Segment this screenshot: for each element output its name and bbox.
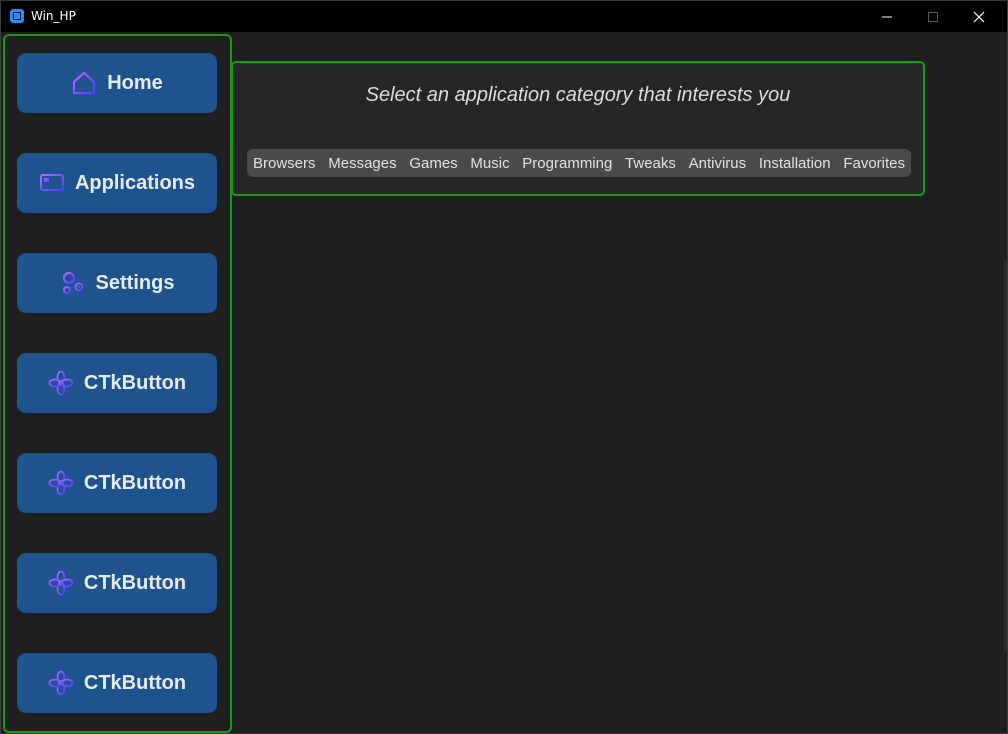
sidebar-item-ctkbutton-4[interactable]: CTkButton xyxy=(17,653,217,713)
flower-icon xyxy=(48,670,74,696)
close-icon xyxy=(973,11,985,23)
sidebar-item-ctkbutton-1[interactable]: CTkButton xyxy=(17,353,217,413)
maximize-button[interactable] xyxy=(910,1,956,32)
sidebar-item-label: CTkButton xyxy=(83,371,187,394)
scrollbar[interactable] xyxy=(1004,261,1007,651)
sidebar-item-home[interactable]: Home xyxy=(17,53,217,113)
sidebar-item-ctkbutton-2[interactable]: CTkButton xyxy=(17,453,217,513)
category-messages[interactable]: Messages xyxy=(328,155,396,172)
category-music[interactable]: Music xyxy=(470,155,509,172)
category-installation[interactable]: Installation xyxy=(759,155,831,172)
sidebar-item-applications[interactable]: Applications xyxy=(17,153,217,213)
sidebar-item-label: CTkButton xyxy=(83,571,187,594)
category-programming[interactable]: Programming xyxy=(522,155,612,172)
sidebar-item-label: CTkButton xyxy=(83,471,187,494)
window-title: Win_HP xyxy=(31,9,76,23)
flower-icon xyxy=(48,370,74,396)
category-browsers[interactable]: Browsers xyxy=(253,155,316,172)
applications-icon xyxy=(39,170,65,196)
minimize-button[interactable] xyxy=(864,1,910,32)
minimize-icon xyxy=(882,16,892,18)
sidebar: Home Applications Settings CTkButton CTk… xyxy=(3,34,232,733)
sidebar-item-label: Settings xyxy=(95,271,175,294)
category-tweaks[interactable]: Tweaks xyxy=(625,155,676,172)
sidebar-item-ctkbutton-3[interactable]: CTkButton xyxy=(17,553,217,613)
sidebar-item-label: CTkButton xyxy=(83,671,187,694)
category-segmented-control: Browsers Messages Games Music Programmin… xyxy=(247,149,911,177)
category-antivirus[interactable]: Antivirus xyxy=(689,155,747,172)
settings-icon xyxy=(60,270,86,296)
maximize-icon xyxy=(928,12,938,22)
sidebar-item-label: Applications xyxy=(74,171,195,194)
category-prompt: Select an application category that inte… xyxy=(365,84,791,106)
title-bar[interactable]: Win_HP xyxy=(1,1,1007,32)
sidebar-item-label: Home xyxy=(107,71,163,94)
app-icon xyxy=(10,9,24,23)
flower-icon xyxy=(48,470,74,496)
close-button[interactable] xyxy=(956,1,1002,32)
app-window: Win_HP Home Applications Settings CTkBut… xyxy=(0,0,1008,734)
category-panel: Select an application category that inte… xyxy=(231,61,925,196)
category-favorites[interactable]: Favorites xyxy=(843,155,905,172)
category-games[interactable]: Games xyxy=(409,155,457,172)
home-icon xyxy=(71,70,97,96)
flower-icon xyxy=(48,570,74,596)
sidebar-item-settings[interactable]: Settings xyxy=(17,253,217,313)
